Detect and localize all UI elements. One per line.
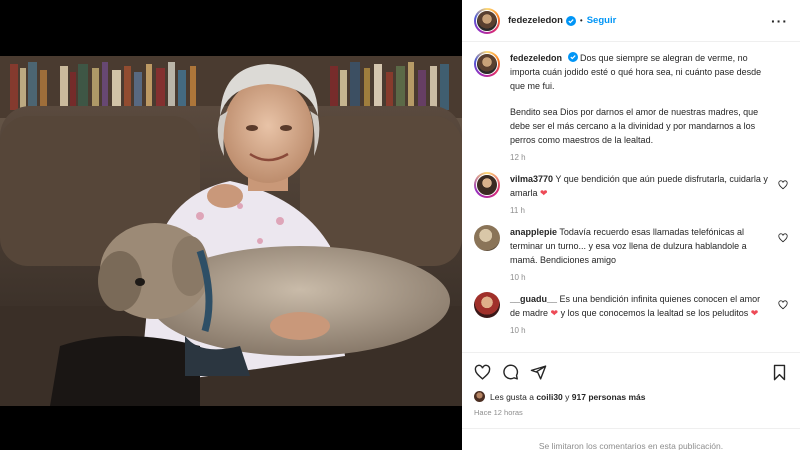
author-avatar[interactable] xyxy=(474,7,500,34)
like-comment-heart-icon[interactable] xyxy=(778,300,788,310)
comment-time[interactable]: 11 h xyxy=(510,206,772,215)
heart-emoji: ❤ xyxy=(550,308,559,318)
caption: fedezeledon Dos que siempre se alegran d… xyxy=(474,51,788,162)
comment-time[interactable]: 10 h xyxy=(510,326,772,335)
caption-time[interactable]: 12 h xyxy=(510,153,772,162)
comment-item: __guadu__ Es una bendición infinita quie… xyxy=(474,292,788,335)
like-comment-heart-icon[interactable] xyxy=(778,180,788,190)
comment-username[interactable]: anapplepie xyxy=(510,227,557,237)
comment-time[interactable]: 10 h xyxy=(510,273,772,282)
liker-avatar[interactable] xyxy=(474,391,485,402)
save-bookmark-icon[interactable] xyxy=(771,364,788,381)
comment-item: vilma3770 Y que bendición que aún puede … xyxy=(474,172,788,215)
more-options-icon[interactable]: ··· xyxy=(771,13,788,29)
likes-count[interactable]: 917 personas más xyxy=(572,392,646,402)
comments-list: fedezeledon Dos que siempre se alegran d… xyxy=(462,43,800,350)
heart-emoji: ❤ xyxy=(540,188,548,198)
likes-summary: Les gusta a coili30 y 917 personas más xyxy=(474,391,788,402)
post-photo[interactable] xyxy=(0,56,462,406)
commenter-avatar[interactable] xyxy=(474,172,500,198)
caption-username[interactable]: fedezeledon xyxy=(510,53,562,63)
post-actions: Les gusta a coili30 y 917 personas más H… xyxy=(462,352,800,417)
like-heart-icon[interactable] xyxy=(474,364,491,381)
author-username[interactable]: fedezeledon xyxy=(508,15,563,26)
comment-text-continued: y los que conocemos la lealtad se los pe… xyxy=(560,308,749,318)
verified-badge-icon xyxy=(565,15,576,26)
likes-conj: y xyxy=(565,391,570,402)
photo-woman-with-dog xyxy=(0,56,462,406)
comment-username[interactable]: __guadu__ xyxy=(510,294,557,304)
comments-limited-notice: Se limitaron los comentarios en esta pub… xyxy=(462,428,800,450)
caption-text-2: Bendito sea Dios por darnos el amor de n… xyxy=(510,107,759,145)
heart-emoji: ❤ xyxy=(750,308,759,318)
commenter-avatar[interactable] xyxy=(474,225,500,251)
post-header: fedezeledon • Seguir ··· xyxy=(462,0,800,42)
comment-username[interactable]: vilma3770 xyxy=(510,174,553,184)
caption-avatar[interactable] xyxy=(474,51,500,77)
verified-badge-icon xyxy=(567,52,578,62)
follow-button[interactable]: Seguir xyxy=(587,15,617,26)
likes-prefix: Les gusta a xyxy=(490,391,534,402)
action-icons-bar xyxy=(474,361,788,383)
comment-item: anapplepie Todavía recuerdo esas llamada… xyxy=(474,225,788,282)
post-media xyxy=(0,0,462,450)
comment-bubble-icon[interactable] xyxy=(502,364,519,381)
post-timestamp[interactable]: Hace 12 horas xyxy=(474,408,788,417)
share-send-icon[interactable] xyxy=(530,364,547,381)
header-separator: • xyxy=(579,16,583,25)
post-side-panel: fedezeledon • Seguir ··· fedezeledon Dos… xyxy=(462,0,800,450)
like-comment-heart-icon[interactable] xyxy=(778,233,788,243)
liker-username[interactable]: coili30 xyxy=(536,392,562,402)
commenter-avatar[interactable] xyxy=(474,292,500,318)
